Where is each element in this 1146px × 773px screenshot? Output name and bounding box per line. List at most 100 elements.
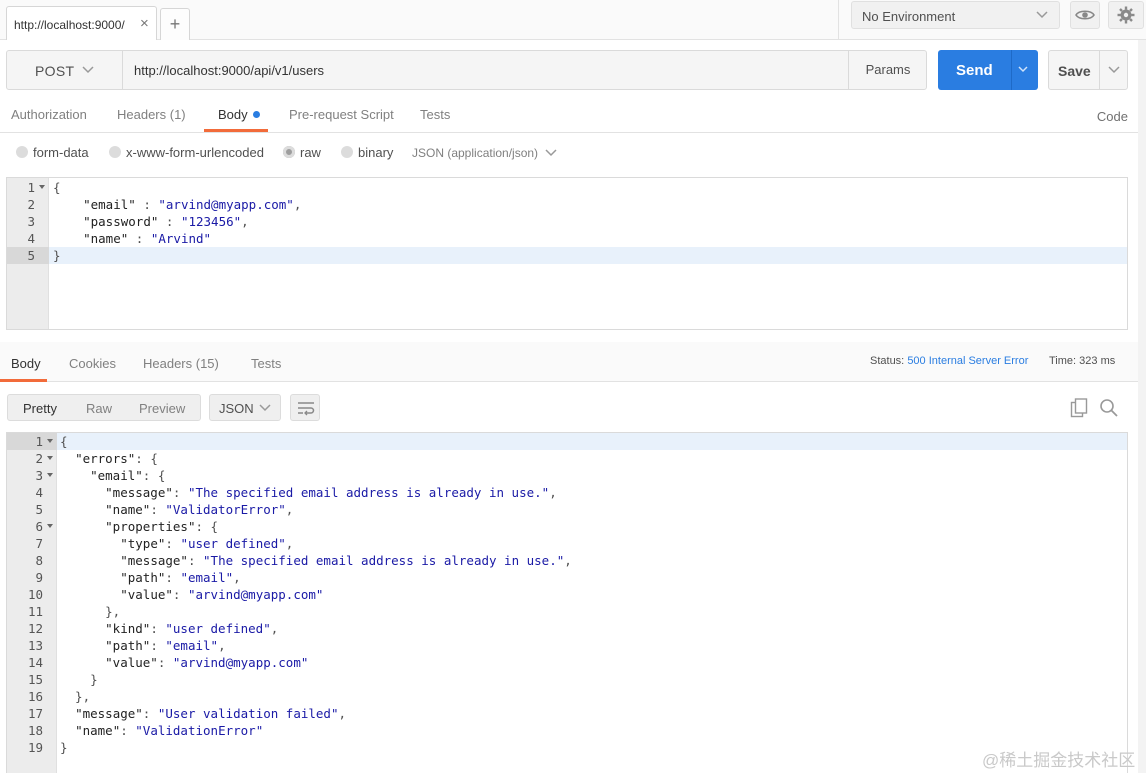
status-value: 500 Internal Server Error [907,355,1029,367]
line-number: 1 [35,434,43,449]
response-body-viewer[interactable]: 1{2 "errors": {3 "email": {4 "message": … [6,432,1128,773]
radio-raw[interactable]: raw [283,145,321,160]
radio-selected-icon [283,146,295,158]
line-number: 2 [27,197,35,212]
format-select[interactable]: JSON [209,394,281,421]
tab-response-headers[interactable]: Headers (15) [143,356,219,371]
divider [1011,50,1012,90]
code-line: 5 "name": "ValidatorError", [7,501,1127,518]
radio-label: form-data [33,145,89,160]
code-line: 5} [7,247,1127,264]
fold-arrow-icon[interactable] [47,473,53,477]
modified-dot-icon [252,111,260,118]
tab-body[interactable]: Body [218,107,260,122]
preview-button[interactable]: Preview [139,401,185,416]
request-tabs: Authorization Headers (1) Body Pre-reque… [0,100,1146,133]
environment-label: No Environment [862,9,956,24]
url-input[interactable] [124,51,847,89]
radio-icon [109,146,121,158]
line-number: 11 [27,604,43,619]
method-select[interactable]: POST [7,51,123,89]
wrap-icon [298,402,315,416]
radio-form-data[interactable]: form-data [16,145,89,160]
raw-button[interactable]: Raw [86,401,112,416]
save-button[interactable]: Save [1048,50,1128,90]
tab-tests[interactable]: Tests [420,107,450,122]
code-line: 8 "message": "The specified email addres… [7,552,1127,569]
scrollbar[interactable] [1138,40,1146,773]
content-type-label: JSON (application/json) [412,146,539,160]
active-tab-indicator [204,129,268,132]
line-number: 14 [27,655,43,670]
line-number: 17 [27,706,43,721]
params-button[interactable]: Params [848,51,927,89]
line-number: 18 [27,723,43,738]
radio-binary[interactable]: binary [341,145,393,160]
line-number: 12 [27,621,43,636]
line-number: 3 [27,214,35,229]
request-tab[interactable]: http://localhost:9000/ × [6,6,157,40]
fold-arrow-icon[interactable] [39,185,45,189]
search-icon[interactable] [1099,398,1119,418]
save-label: Save [1058,63,1091,79]
line-number: 9 [35,570,43,585]
pretty-button[interactable]: Pretty [23,401,57,416]
environment-quick-look-button[interactable] [1070,1,1100,29]
tab-headers[interactable]: Headers (1) [117,107,186,122]
code-text: "value": "arvind@myapp.com" [105,655,309,670]
send-label: Send [956,62,993,79]
manage-environments-button[interactable] [1108,1,1144,29]
line-number: 7 [35,536,43,551]
tab-authorization[interactable]: Authorization [11,107,87,122]
code-line: 2 "errors": { [7,450,1127,467]
new-tab-button[interactable]: + [160,8,190,40]
line-number: 8 [35,553,43,568]
chevron-down-icon [545,149,557,157]
tab-cookies[interactable]: Cookies [69,356,116,371]
radio-label: raw [300,145,321,160]
code-line: 16 }, [7,688,1127,705]
chevron-down-icon[interactable] [1017,63,1029,75]
wrap-lines-button[interactable] [290,394,320,421]
send-button[interactable]: Send [938,50,1038,90]
request-tab-label: http://localhost:9000/ [14,18,125,32]
tab-response-tests[interactable]: Tests [251,356,281,371]
request-body-editor[interactable]: 1{2 "email" : "arvind@myapp.com", 3 "pass… [6,177,1128,330]
code-line: 14 "value": "arvind@myapp.com" [7,654,1127,671]
fold-arrow-icon[interactable] [47,439,53,443]
code-line: 18 "name": "ValidationError" [7,722,1127,739]
tab-response-body[interactable]: Body [11,356,41,371]
line-number: 15 [27,672,43,687]
fold-arrow-icon[interactable] [47,456,53,460]
code-text: } [53,248,61,263]
chevron-down-icon [1036,11,1048,19]
code-line: 1{ [7,433,1127,450]
tab-pre-request-script[interactable]: Pre-request Script [289,107,394,122]
environment-select[interactable]: No Environment [851,1,1060,29]
radio-urlencoded[interactable]: x-www-form-urlencoded [109,145,264,160]
active-tab-indicator [0,379,47,382]
code-text: "message": "The specified email address … [105,485,557,500]
watermark: @稀土掘金技术社区 [982,751,1136,770]
close-icon[interactable]: × [140,16,149,31]
code-text: "name": "ValidationError" [75,723,264,738]
line-number: 16 [27,689,43,704]
line-number: 5 [35,502,43,517]
chevron-down-icon[interactable] [1107,63,1121,77]
code-link[interactable]: Code [1097,109,1128,124]
code-text: } [60,672,98,687]
eye-icon [1075,10,1095,20]
code-text: "path": "email", [105,638,226,653]
line-number: 1 [27,180,35,195]
code-line: 2 "email" : "arvind@myapp.com", [7,196,1127,213]
content-type-select[interactable]: JSON (application/json) [412,146,558,160]
code-text: } [60,740,68,755]
fold-arrow-icon[interactable] [47,524,53,528]
copy-icon[interactable] [1070,398,1088,418]
code-text: "kind": "user defined", [105,621,279,636]
code-line: 3 "password" : "123456", [7,213,1127,230]
code-text: "properties": { [105,519,219,534]
format-label: JSON [219,401,254,416]
code-text: "password" : "123456", [83,214,249,229]
line-number: 3 [35,468,43,483]
